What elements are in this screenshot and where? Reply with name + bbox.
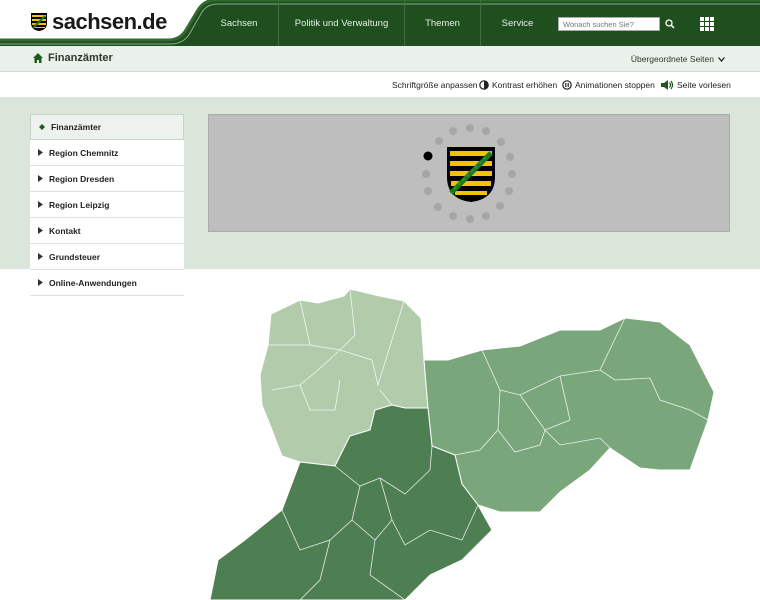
saxony-coat-of-arms-icon [447, 147, 495, 202]
triangle-right-icon [38, 279, 43, 286]
contrast-icon [479, 80, 489, 90]
sidebar-item-label: Kontakt [49, 225, 81, 236]
saxony-map [209, 288, 715, 600]
loading-spinner [422, 124, 516, 223]
nav-sachsen[interactable]: Sachsen [200, 0, 278, 46]
sidebar-item-finanzaemter[interactable]: Finanzämter [30, 114, 184, 140]
sidebar-item-kontakt[interactable]: Kontakt [30, 218, 184, 244]
sidebar-item-label: Region Dresden [49, 173, 115, 184]
breadcrumb-bar: Finanzämter Übergeordnete Seiten [0, 46, 760, 72]
sidebar-item-label: Online-Anwendungen [49, 277, 137, 288]
nav-politik-verwaltung[interactable]: Politik und Verwaltung [278, 0, 404, 46]
diamond-icon [39, 124, 45, 130]
triangle-right-icon [38, 175, 43, 182]
sidebar-item-grundsteuer[interactable]: Grundsteuer [30, 244, 184, 270]
search-icon [665, 19, 675, 29]
nav-themen[interactable]: Themen [404, 0, 480, 46]
parent-pages-dropdown[interactable]: Übergeordnete Seiten [631, 54, 725, 64]
font-size-button[interactable]: Schriftgröße anpassen [392, 80, 478, 90]
home-icon[interactable] [33, 53, 43, 63]
site-logo[interactable]: sachsen.de [30, 9, 167, 35]
triangle-right-icon [38, 149, 43, 156]
read-aloud-label: Seite vorlesen [677, 80, 731, 90]
sidebar-item-label: Region Leipzig [49, 199, 110, 210]
contrast-button[interactable]: Kontrast erhöhen [479, 80, 557, 90]
triangle-right-icon [38, 201, 43, 208]
image-banner-loading [208, 114, 730, 232]
grid-icon [700, 17, 704, 21]
sidebar-item-region-leipzig[interactable]: Region Leipzig [30, 192, 184, 218]
sidebar-navigation: Finanzämter Region Chemnitz Region Dresd… [30, 114, 184, 296]
search-input[interactable] [558, 17, 660, 31]
main-navigation: Sachsen Politik und Verwaltung Themen Se… [200, 0, 554, 46]
chevron-down-icon [718, 56, 725, 62]
stop-animations-label: Animationen stoppen [575, 80, 655, 90]
sidebar-item-label: Region Chemnitz [49, 147, 119, 158]
search-button[interactable] [663, 17, 677, 31]
sidebar-item-label: Finanzämter [51, 122, 102, 132]
sidebar-item-region-chemnitz[interactable]: Region Chemnitz [30, 140, 184, 166]
contrast-label: Kontrast erhöhen [492, 80, 558, 90]
triangle-right-icon [38, 253, 43, 260]
parent-pages-label: Übergeordnete Seiten [630, 54, 714, 64]
sidebar-item-label: Grundsteuer [49, 251, 101, 262]
triangle-right-icon [38, 227, 43, 234]
logo-text: sachsen.de [52, 9, 167, 34]
sidebar-item-online-anwendungen[interactable]: Online-Anwendungen [30, 270, 184, 296]
site-header: sachsen.de Sachsen Politik und Verwaltun… [0, 0, 760, 46]
read-aloud-button[interactable]: Seite vorlesen [661, 80, 731, 90]
tax-office-region-map [190, 280, 730, 600]
apps-menu-button[interactable] [700, 17, 714, 31]
page-title: Finanzämter [48, 52, 113, 64]
saxony-crest-icon [31, 13, 47, 31]
accessibility-toolbar: Schriftgröße anpassen Kontrast erhöhen A… [0, 73, 760, 97]
nav-service[interactable]: Service [480, 0, 554, 46]
stop-animations-button[interactable]: Animationen stoppen [562, 80, 655, 90]
pause-icon [562, 80, 572, 90]
speaker-icon [661, 80, 674, 90]
font-size-label: Schriftgröße anpassen [392, 80, 478, 90]
spinner-active-dot [423, 151, 433, 161]
sidebar-item-region-dresden[interactable]: Region Dresden [30, 166, 184, 192]
